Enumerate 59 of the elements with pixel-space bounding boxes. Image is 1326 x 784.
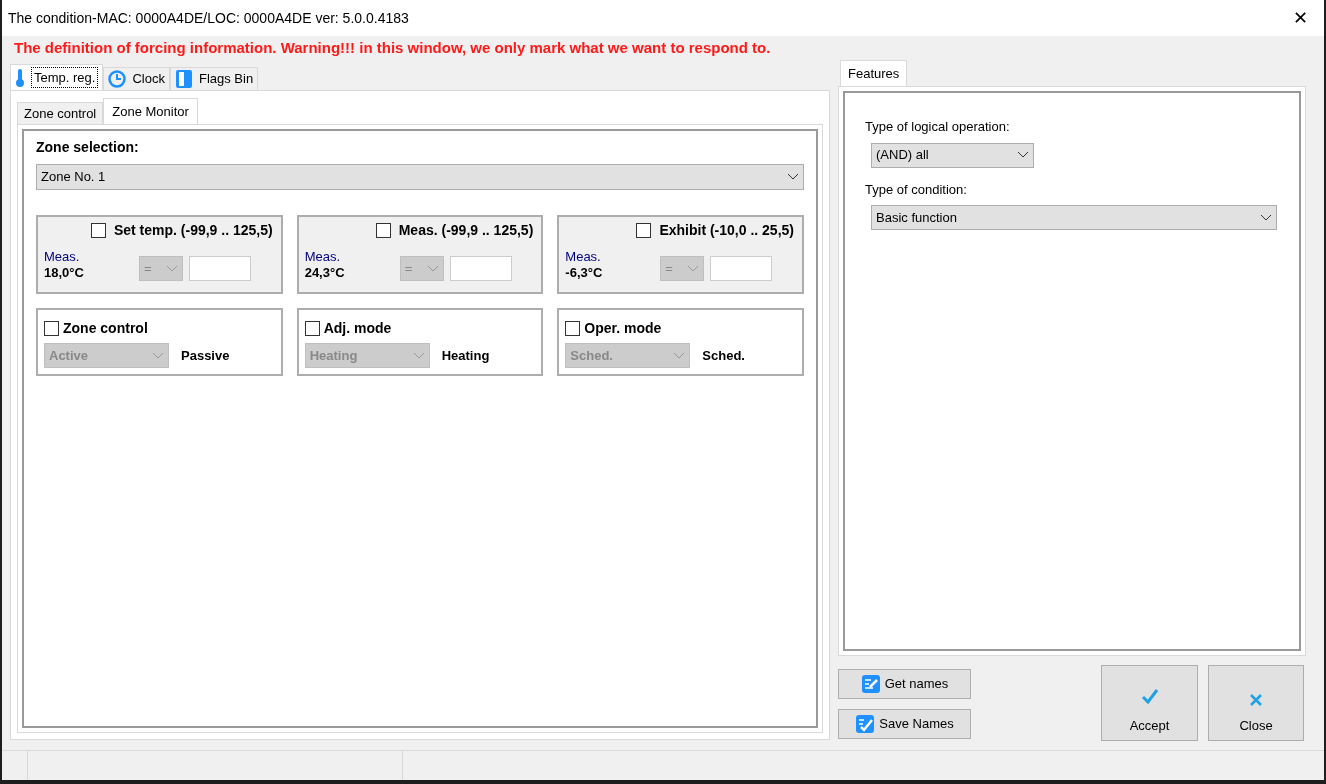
meas-label: Meas.	[304, 249, 342, 265]
logic-select[interactable]: (AND) all	[871, 142, 1034, 168]
close-button[interactable]: Close	[1208, 665, 1304, 741]
chevron-down-icon	[673, 351, 686, 360]
card-title: Set temp. (-99,9 .. 125,5)	[113, 221, 273, 240]
checkmark-icon	[1140, 687, 1159, 706]
chevron-down-icon	[687, 264, 700, 273]
zone-select[interactable]: Zone No. 1	[36, 164, 804, 190]
current-mode: Heating	[441, 346, 490, 365]
zone-selection-label: Zone selection:	[36, 138, 140, 157]
meas-label: Meas.	[565, 249, 602, 265]
window-title: The condition-MAC: 0000A4DE/LOC: 0000A4DE ver: 5.0.0.4183	[8, 8, 409, 28]
value-input[interactable]	[189, 256, 251, 281]
meas-value: 18,0°C	[44, 265, 85, 281]
checkbox[interactable]	[304, 321, 320, 336]
warning-message: The definition of forcing information. Warning!!! in this window, we only mark what we want to respond to.	[14, 39, 771, 56]
edit-list-icon	[860, 674, 881, 694]
value-input[interactable]	[710, 256, 773, 281]
chevron-down-icon	[166, 264, 178, 273]
clock-icon	[108, 70, 127, 88]
card-title: Meas. (-99,9 .. 125,5)	[398, 221, 534, 240]
chevron-down-icon	[787, 173, 799, 181]
close-icon	[1250, 693, 1262, 706]
meas-value: 24,3°C	[304, 265, 346, 281]
current-mode: Sched.	[702, 346, 745, 365]
checkbox[interactable]	[636, 223, 652, 238]
condition-select[interactable]: Basic function	[871, 205, 1277, 230]
tab[interactable]: Zone Monitor	[103, 98, 198, 124]
get-names-button[interactable]: Get names	[838, 669, 971, 699]
logic-label: Type of logical operation:	[865, 118, 1011, 136]
edit-check-icon	[855, 714, 876, 734]
card-title: Adj. mode	[323, 319, 392, 338]
save-names-button[interactable]: Save Names	[838, 709, 971, 739]
card-title: Exhibit (-10,0 .. 25,5)	[659, 221, 794, 240]
checkbox[interactable]	[375, 223, 391, 238]
meas-label: Meas.	[44, 249, 81, 265]
value-input[interactable]	[449, 256, 512, 281]
tab[interactable]: Zone control	[17, 102, 104, 124]
half-filled-rectangle-icon	[174, 69, 193, 89]
tab[interactable]: Features	[840, 60, 908, 86]
checkbox[interactable]	[90, 223, 106, 238]
card-title: Oper. mode	[584, 319, 662, 338]
tab[interactable]: Temp. reg.	[10, 64, 104, 90]
thermometer-icon	[15, 68, 25, 87]
chevron-down-icon	[1017, 151, 1029, 159]
tab[interactable]: Flags Bin	[169, 67, 259, 90]
meas-value: -6,3°C	[565, 265, 604, 281]
card-title: Zone control	[63, 319, 148, 338]
condition-label: Type of condition:	[865, 180, 968, 199]
checkbox[interactable]	[44, 321, 59, 336]
chevron-down-icon	[152, 351, 164, 360]
checkbox[interactable]	[565, 321, 581, 336]
chevron-down-icon	[1260, 213, 1272, 222]
chevron-down-icon	[426, 264, 439, 273]
current-mode: Passive	[181, 346, 230, 365]
chevron-down-icon	[412, 351, 425, 360]
tab[interactable]: Clock	[103, 67, 170, 90]
accept-button[interactable]: Accept	[1101, 665, 1198, 741]
close-window-button[interactable]: ✕	[1280, 3, 1320, 33]
